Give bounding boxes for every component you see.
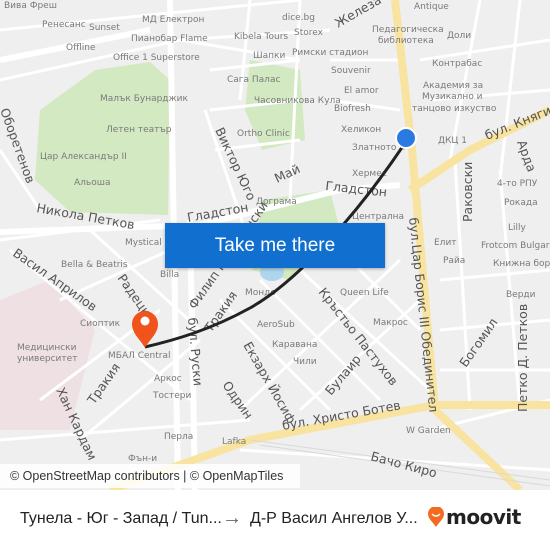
poi-label: Offline (66, 43, 96, 53)
poi-label: W Garden (406, 426, 451, 436)
poi-label: Чили (293, 357, 317, 367)
poi-label: Каравана (272, 340, 317, 350)
poi-label: Перла (164, 432, 193, 442)
moovit-wordmark: moovit (446, 505, 521, 529)
poi-label: Тостери (152, 391, 191, 401)
moovit-logo[interactable]: moovit (428, 505, 521, 529)
poi-label: Альоша (74, 178, 110, 188)
poi-label: Музикално и (422, 92, 483, 102)
poi-label: ДКЦ 1 (438, 136, 467, 146)
poi-label: Педагогическа (372, 25, 444, 35)
street-label: Тракия (84, 360, 123, 407)
poi-label: Рокада (504, 198, 538, 208)
poi-label: Storex (294, 28, 324, 38)
map-attribution[interactable]: © OpenStreetMap contributors | © OpenMap… (0, 464, 300, 488)
poi-label: Цар Александър II (40, 152, 127, 162)
street-label: Петко Д. Петков (515, 304, 530, 412)
map[interactable]: Вива Фреш Ренесанс Sunset МД Електрон Пи… (0, 0, 550, 490)
poi-label: Аркос (154, 374, 182, 384)
poi-label: университет (17, 354, 77, 364)
poi-label: Сиоптик (80, 319, 121, 329)
poi-label: Ortho Clinic (237, 129, 290, 139)
poi-label: Доли (447, 31, 471, 41)
street-label: Булаир (322, 352, 364, 398)
origin-marker[interactable] (395, 127, 417, 149)
poi-label: Книжна борса (493, 259, 550, 269)
poi-label: AeroSub (257, 320, 295, 330)
street-label: Арда (514, 138, 539, 174)
poi-label: Часовникова Кула (254, 96, 341, 106)
poi-label: Елит (434, 238, 457, 248)
street-label: Богомил (456, 315, 500, 369)
poi-label: Queen Life (340, 288, 389, 298)
street-label: бул. Христо Ботев (281, 397, 402, 433)
poi-label: Медицински (17, 343, 77, 353)
poi-label: Шапки (253, 51, 285, 61)
street-label: Май (272, 161, 302, 186)
poi-label: Контрабас (432, 59, 482, 69)
poi-label: Хеликон (341, 125, 381, 135)
poi-label: МД Електрон (142, 15, 205, 25)
poi-label: Централна (352, 212, 404, 222)
poi-label: Фън-и (128, 454, 157, 464)
poi-label: dice.bg (282, 13, 315, 23)
poi-label: Biofresh (334, 104, 371, 114)
poi-label: Райа (443, 256, 465, 266)
poi-label: Летен театър (106, 125, 172, 135)
poi-label: Souvenir (331, 66, 371, 76)
poi-label: Пианобар Flame (131, 34, 208, 44)
origin-stop-name: Тунела - Юг - Запад / Tun... (20, 510, 222, 527)
poi-label: Office 1 Superstore (113, 53, 200, 63)
poi-label: Sunset (89, 23, 120, 33)
footer: Тунела - Юг - Запад / Tun... → Д-Р Васил… (0, 490, 550, 550)
destination-name: Д-Р Васил Ангелов У... (250, 510, 418, 527)
poi-label: Frotcom Bulgaria (481, 241, 550, 251)
poi-label: Mystical (125, 238, 162, 248)
poi-label: Вива Фреш (4, 1, 57, 11)
poi-label: Малък Бунарджик (100, 94, 188, 104)
take-me-there-button[interactable]: Take me there (165, 223, 385, 268)
poi-label: танцово изкуство (412, 104, 497, 114)
destination-pin-icon[interactable] (132, 311, 158, 348)
poi-label: Сага Палас (227, 75, 280, 85)
poi-label: Lafka (222, 437, 246, 447)
poi-label: Ренесанс (42, 20, 86, 30)
street-label: Бачо Киро (369, 448, 438, 480)
poi-label: 4-то РПУ (497, 179, 538, 189)
park-tsar-simeon (35, 62, 170, 215)
poi-label: Академия за (423, 81, 483, 91)
poi-label: Lilly (508, 223, 527, 233)
poi-label: El amor (344, 86, 379, 96)
arrow-right-icon: → (222, 507, 242, 529)
poi-label: библиотека (378, 36, 434, 46)
poi-label: Antique (414, 2, 449, 12)
moovit-pin-icon (428, 507, 444, 527)
poi-label: МБАЛ Central (108, 351, 171, 361)
street-label: Раковски (460, 162, 475, 222)
poi-label: Римски стадион (292, 48, 368, 58)
poi-label: Верди (506, 290, 536, 300)
poi-label: Bella & Beatris (61, 260, 128, 270)
poi-label: Макрос (373, 318, 408, 328)
poi-label: Billa (160, 270, 179, 280)
street-label: Оборетенов (0, 106, 38, 185)
poi-label: Kibela Tours (234, 32, 288, 42)
